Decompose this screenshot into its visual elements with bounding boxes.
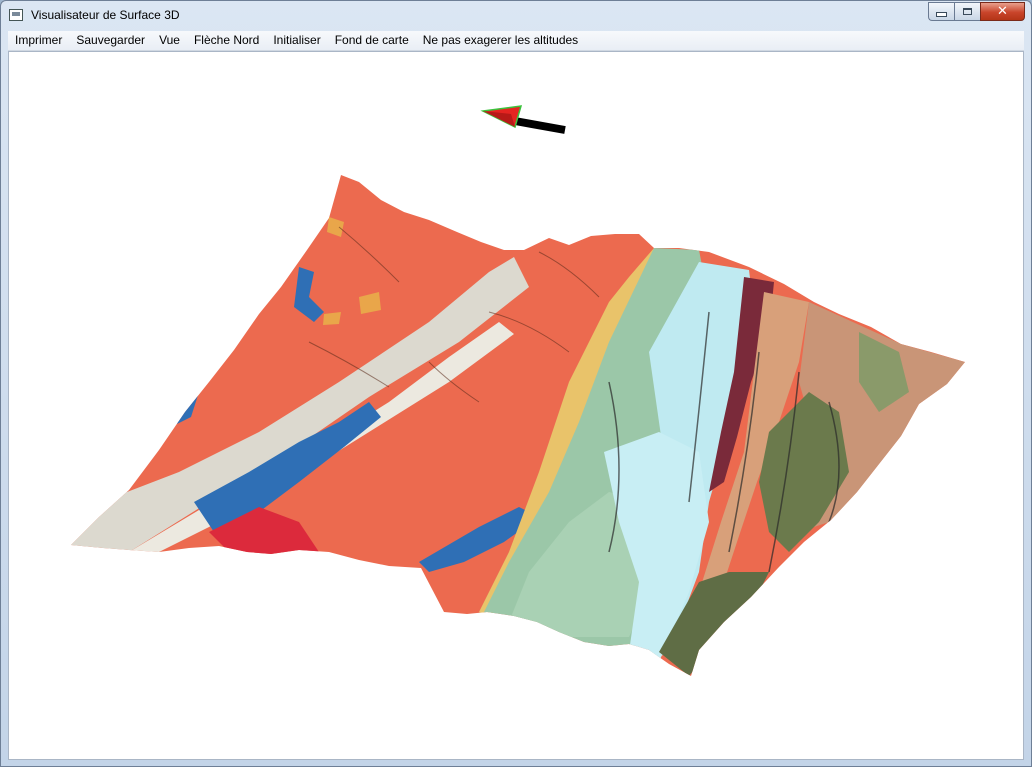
minimize-button[interactable] [928,2,954,21]
window-title: Visualisateur de Surface 3D [31,8,180,22]
menu-item-altitudes[interactable]: Ne pas exagerer les altitudes [416,31,585,50]
menu-bar: Imprimer Sauvegarder Vue Flèche Nord Ini… [8,31,1024,51]
maximize-icon [963,8,972,15]
surface-canvas[interactable] [9,52,1023,759]
minimize-icon [936,12,947,17]
menu-item-sauvegarder[interactable]: Sauvegarder [69,31,152,50]
application-window: Visualisateur de Surface 3D ✕ Imprimer S… [0,0,1032,767]
maximize-button[interactable] [954,2,980,21]
caption-buttons: ✕ [928,2,1025,21]
terrain-surface[interactable] [9,52,1023,759]
menu-item-initialiser[interactable]: Initialiser [266,31,327,50]
menu-item-fond-de-carte[interactable]: Fond de carte [328,31,416,50]
north-arrow-icon [480,105,566,134]
menu-item-fleche-nord[interactable]: Flèche Nord [187,31,266,50]
menu-item-imprimer[interactable]: Imprimer [8,31,69,50]
close-button[interactable]: ✕ [980,2,1025,21]
menu-item-vue[interactable]: Vue [152,31,187,50]
close-icon: ✕ [997,4,1008,19]
window-app-icon[interactable] [9,9,23,21]
title-bar[interactable]: Visualisateur de Surface 3D ✕ [1,1,1031,29]
3d-surface-viewport[interactable] [8,51,1024,760]
